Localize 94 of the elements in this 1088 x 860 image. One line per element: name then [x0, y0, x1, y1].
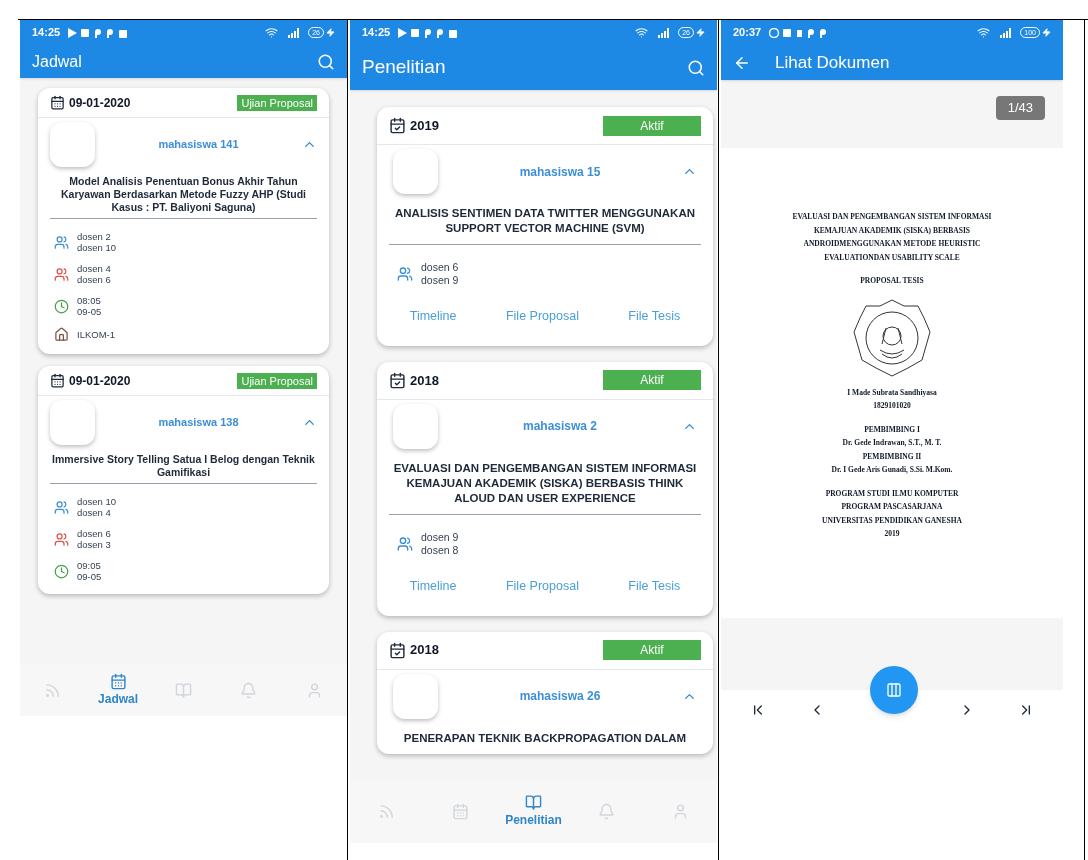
- screen-title: Lihat Dokumen: [775, 51, 891, 74]
- supervisor-name: dosen 9: [421, 274, 459, 287]
- supervisor-name: dosen 9: [421, 530, 459, 544]
- detail-text: dosen 4: [77, 507, 112, 518]
- exam-date: 09-01-2020: [69, 94, 131, 112]
- bell-icon: [598, 803, 616, 820]
- detail-text: dosen 2: [77, 231, 112, 242]
- avatar-placeholder: [393, 403, 438, 449]
- research-title: PENERAPAN TEKNIK BACKPROPAGATION DALAM: [402, 730, 688, 746]
- status-badge: Aktif: [603, 640, 701, 660]
- wifi-icon: [265, 26, 279, 39]
- exam-date: 09-01-2020: [69, 372, 131, 390]
- columns-icon: [886, 682, 902, 698]
- status-time: 20:37: [733, 25, 762, 41]
- nav-label: Penelitian: [505, 812, 562, 829]
- detail-text: 09-05: [77, 306, 102, 317]
- avatar-placeholder: [393, 149, 438, 194]
- people-icon: [54, 266, 69, 282]
- people-icon: [397, 266, 413, 282]
- detail-text: 09:05: [77, 560, 102, 571]
- nav-label: Jadwal: [98, 691, 139, 708]
- calendar-icon: [109, 673, 127, 690]
- feed-icon: [378, 803, 396, 820]
- status-badge: Aktif: [603, 115, 701, 136]
- card-link[interactable]: File Proposal: [505, 576, 579, 596]
- bell-icon: [240, 682, 258, 699]
- wifi-icon: [977, 26, 991, 39]
- people-icon: [54, 531, 69, 547]
- thesis-title: Model Analisis Penentuan Bonus Akhir Tahun Karyawan Berdasarkan Metode Fuzzy AHP (Studi Kasus : PT. Baliyoni Saguna): [59, 174, 308, 215]
- book-icon: [175, 682, 192, 699]
- wifi-icon: [635, 26, 649, 39]
- exam-type-badge: Ujian Proposal: [237, 372, 317, 389]
- house-icon: [54, 327, 69, 342]
- detail-text: 08:05: [77, 295, 102, 306]
- people-icon: [54, 499, 69, 515]
- student-name: mahasiswa 138: [157, 415, 240, 431]
- card-link[interactable]: Timeline: [409, 307, 457, 326]
- detail-text: dosen 6: [77, 274, 111, 285]
- charging-icon: [326, 28, 335, 37]
- clock-icon: [54, 298, 69, 314]
- view-mode-button[interactable]: [870, 666, 918, 714]
- calendar-check-icon: [389, 641, 406, 659]
- student-name: mahasiswa 141: [157, 137, 240, 153]
- student-name: mahasiswa 26: [518, 688, 602, 705]
- research-title: ANALISIS SENTIMEN DATA TWITTER MENGGUNAKAN SUPPORT VECTOR MACHINE (SVM): [393, 206, 697, 236]
- charging-icon: [1042, 28, 1051, 37]
- calendar-check-icon: [389, 117, 406, 134]
- detail-text: dosen 10: [77, 496, 117, 507]
- signal-icon: [998, 27, 1013, 38]
- research-year: 2019: [410, 116, 439, 135]
- thesis-title: Immersive Story Telling Satua I Belog dengan Teknik Gamifikasi: [51, 452, 316, 480]
- calendar-check-icon: [389, 371, 406, 389]
- exam-type-badge: Ujian Proposal: [237, 94, 317, 111]
- status-time: 14:25: [32, 25, 61, 41]
- card-link[interactable]: Timeline: [409, 576, 457, 596]
- research-year: 2018: [410, 371, 439, 390]
- book-icon: [525, 794, 542, 811]
- student-name: mahasiswa 2: [521, 418, 598, 436]
- status-badge: Aktif: [603, 370, 701, 391]
- screen-title: Penelitian: [362, 55, 447, 80]
- signal-icon: [656, 27, 671, 38]
- supervisor-name: dosen 6: [421, 261, 459, 274]
- feed-icon: [44, 682, 62, 699]
- nav-tab[interactable]: Jadwal: [85, 673, 151, 708]
- detail-text: dosen 10: [77, 242, 117, 253]
- calendar-icon: [50, 373, 65, 388]
- supervisor-name: dosen 8: [421, 543, 459, 557]
- avatar-placeholder: [50, 122, 95, 167]
- card-link[interactable]: File Tesis: [628, 307, 681, 326]
- clock-icon: [54, 563, 69, 579]
- page-indicator: 1/43: [995, 96, 1045, 120]
- screen-title: Jadwal: [32, 51, 83, 72]
- research-year: 2018: [410, 641, 439, 660]
- status-time: 14:25: [362, 25, 391, 41]
- detail-text: ILKOM-1: [77, 329, 115, 340]
- charging-icon: [696, 28, 705, 37]
- people-icon: [397, 535, 413, 552]
- signal-icon: [286, 27, 301, 38]
- detail-text: 09-05: [77, 571, 102, 582]
- card-link[interactable]: File Tesis: [628, 576, 681, 596]
- calendar-icon: [50, 95, 65, 110]
- detail-text: dosen 4: [77, 263, 111, 274]
- nav-tab[interactable]: Penelitian: [496, 794, 571, 829]
- card-link[interactable]: File Proposal: [505, 307, 579, 326]
- calendar-icon: [451, 803, 469, 820]
- search-icon[interactable]: [317, 52, 335, 71]
- search-icon[interactable]: [687, 58, 705, 77]
- avatar-placeholder: [50, 400, 95, 445]
- detail-text: dosen 6: [77, 528, 111, 539]
- avatar-placeholder: [393, 673, 438, 719]
- detail-text: dosen 3: [77, 539, 111, 550]
- research-title: EVALUASI DAN PENGEMBANGAN SISTEM INFORMASI KEMAJUAN AKADEMIK (SISKA) BERBASIS THINK ALOUD DAN USER EXPERIENCE: [392, 460, 698, 506]
- people-icon: [54, 234, 69, 250]
- student-name: mahasiswa 15: [518, 163, 602, 181]
